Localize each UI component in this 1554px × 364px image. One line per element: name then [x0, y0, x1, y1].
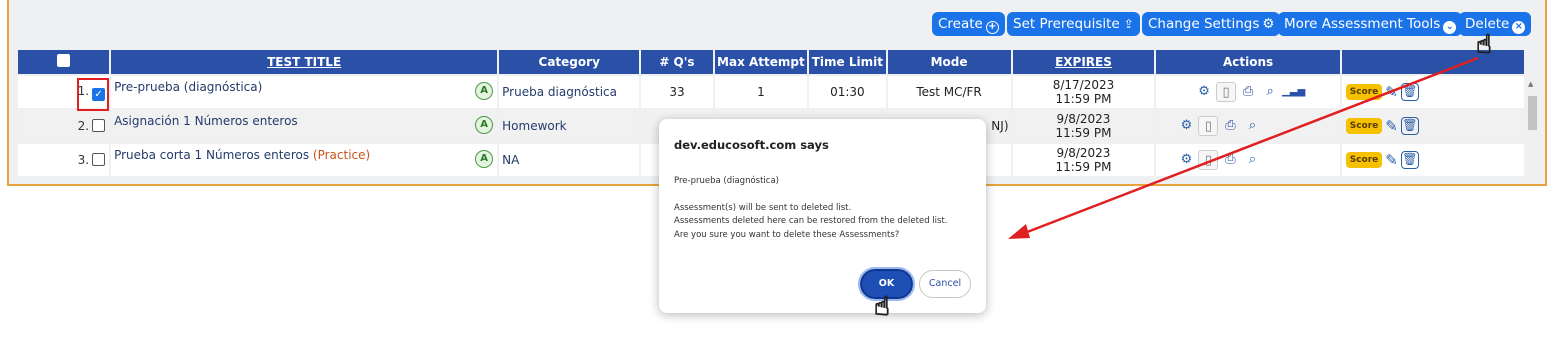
dialog-message: Pre-prueba (diagnóstica) Assessment(s) w… — [674, 175, 974, 242]
confirm-dialog: dev.educosoft.com says Pre-prueba (diagn… — [659, 119, 986, 313]
cancel-button[interactable]: Cancel — [919, 270, 971, 298]
dialog-title: dev.educosoft.com says — [674, 138, 829, 152]
dialog-assessment-name: Pre-prueba (diagnóstica) — [674, 176, 779, 186]
screenshot-canvas: Create + Set Prerequisite ⇪ Change Setting… — [0, 0, 1554, 364]
dialog-line: Assessments deleted here can be restored… — [674, 216, 948, 226]
dialog-line: Assessment(s) will be sent to deleted li… — [674, 202, 852, 213]
hand-pointer-icon: ☝ — [873, 291, 890, 322]
dialog-question: Are you sure you want to delete these As… — [674, 229, 900, 240]
hand-pointer-icon: ☝ — [1475, 29, 1492, 60]
